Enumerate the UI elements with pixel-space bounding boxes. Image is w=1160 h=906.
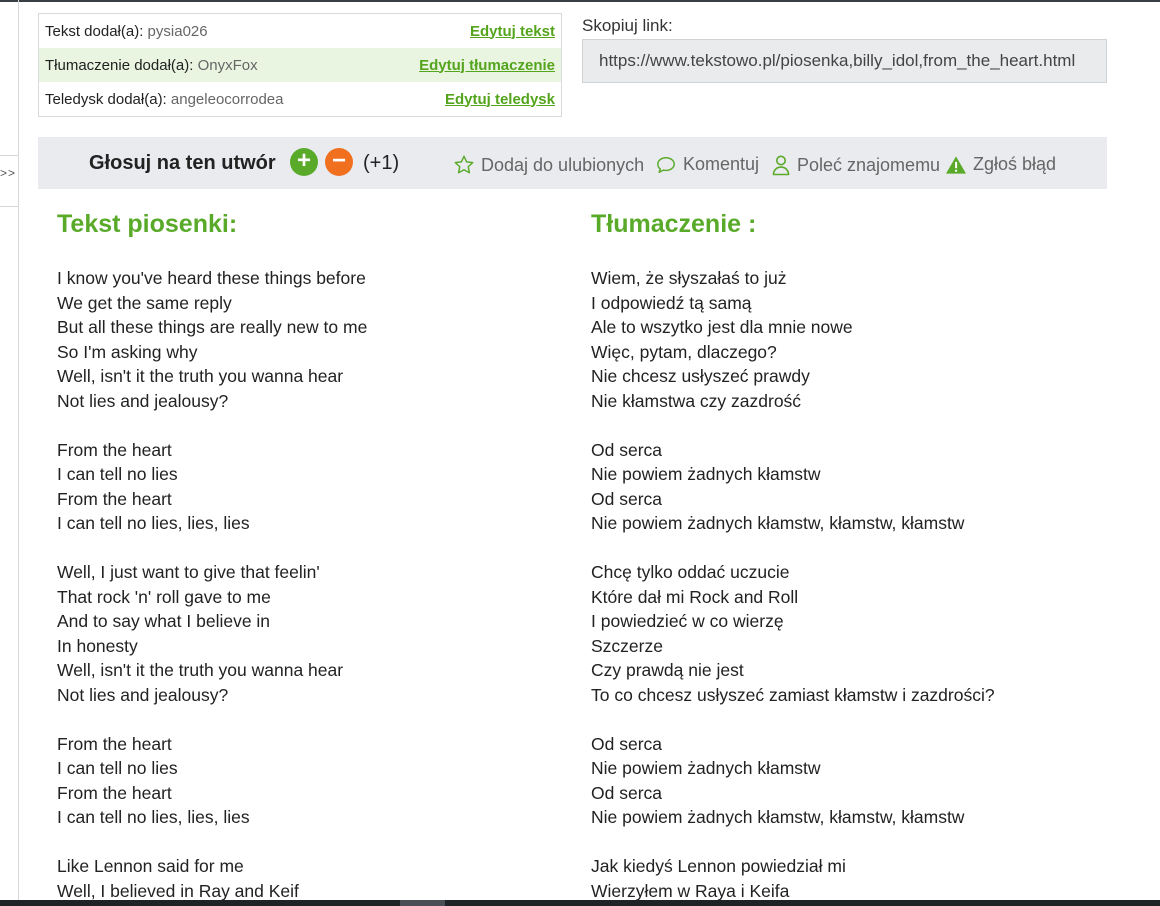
- translation-line: [591, 707, 995, 732]
- window-top-border: [0, 0, 1160, 2]
- lyrics-line: Not lies and jealousy?: [57, 684, 229, 705]
- report-error-label: Zgłoś błąd: [973, 154, 1057, 174]
- translation-line: Od serca: [591, 439, 662, 460]
- warning-icon: [946, 155, 966, 174]
- translation-line: Nie powiem żadnych kłamstw: [591, 758, 821, 778]
- edit-video-link[interactable]: Edytuj teledysk: [445, 91, 555, 108]
- translation-line: Czy prawdą nie jest: [591, 660, 744, 680]
- left-panel-divider: [18, 0, 19, 900]
- vote-up-button[interactable]: +: [290, 148, 318, 176]
- comment-label: Komentuj: [683, 154, 760, 174]
- user-icon: [772, 155, 790, 176]
- lyrics-line: That rock 'n' roll gave to me: [57, 586, 271, 607]
- lyrics-line: [57, 707, 367, 732]
- translation-line: [591, 413, 995, 438]
- translation-line: Nie chcesz usłyszeć prawdy: [591, 366, 810, 386]
- lyrics-line: Not lies and jealousy?: [57, 390, 229, 411]
- horizontal-scrollbar[interactable]: [0, 900, 1160, 906]
- credit-translation-label: Tłumaczenie dodał(a):: [45, 56, 198, 74]
- vote-down-button[interactable]: −: [325, 148, 353, 176]
- translation-line: Które dał mi Rock and Roll: [591, 586, 799, 607]
- lyrics-line: Well, isn't it the truth you wanna hear: [57, 366, 344, 386]
- credit-video-info: Teledysk dodał(a): angeleocorrodea: [45, 91, 284, 108]
- credit-row-translation: Tłumaczenie dodał(a): OnyxFox Edytuj tłu…: [39, 48, 561, 82]
- lyrics-line: Well, I just want to give that feelin': [57, 562, 320, 582]
- lyrics-line: And to say what I believe in: [57, 611, 271, 631]
- lyrics-text: I know you've heard these things before W…: [57, 266, 367, 903]
- add-favorite-button[interactable]: Dodaj do ulubionych: [453, 154, 644, 176]
- lyrics-title: Tekst piosenki:: [57, 210, 238, 238]
- edit-text-link[interactable]: Edytuj tekst: [470, 23, 555, 40]
- translation-line: I powiedzieć w co wierzę: [591, 611, 784, 631]
- lyrics-line: From the heart: [57, 488, 172, 509]
- edit-translation-link[interactable]: Edytuj tłumaczenie: [419, 57, 555, 74]
- copy-link-field[interactable]: https://www.tekstowo.pl/piosenka,billy_i…: [582, 39, 1107, 83]
- lyrics-line: I can tell no lies: [57, 758, 178, 778]
- left-panel-lower: [0, 206, 18, 901]
- translation-line: To co chcesz usłyszeć zamiast kłamstw i …: [591, 684, 995, 705]
- credit-translation-user[interactable]: OnyxFox: [198, 57, 258, 74]
- star-icon: [454, 155, 474, 174]
- credit-text-info: Tekst dodał(a): pysia026: [45, 23, 208, 40]
- lyrics-line: From the heart: [57, 733, 172, 754]
- translation-line: Od serca: [591, 782, 662, 803]
- credit-text-user[interactable]: pysia026: [148, 23, 208, 40]
- scrollbar-thumb[interactable]: [400, 900, 445, 906]
- comment-icon: [657, 156, 675, 173]
- translation-line: [591, 536, 995, 561]
- sidebar-toggle-arrows[interactable]: >>: [0, 166, 16, 180]
- lyrics-line: But all these things are really new to m…: [57, 317, 368, 337]
- lyrics-line: We get the same reply: [57, 292, 232, 313]
- credit-text-label: Tekst dodał(a):: [45, 22, 148, 40]
- lyrics-line: From the heart: [57, 782, 172, 803]
- translation-line: Ale to wszytko jest dla mnie nowe: [591, 317, 853, 337]
- lyrics-line: I can tell no lies: [57, 464, 178, 484]
- lyrics-line: Like Lennon said for me: [57, 856, 244, 876]
- lyrics-line: I know you've heard these things before: [57, 268, 366, 288]
- translation-line: I odpowiedź tą samą: [591, 292, 752, 313]
- recommend-label: Poleć znajomemu: [797, 154, 941, 175]
- translation-title: Tłumaczenie :: [591, 210, 757, 238]
- translation-line: Nie kłamstwa czy zazdrość: [591, 390, 802, 411]
- lyrics-line: I can tell no lies, lies, lies: [57, 513, 250, 533]
- translation-line: Wiem, że słyszałaś to już: [591, 268, 787, 288]
- credit-row-video: Teledysk dodał(a): angeleocorrodea Edytu…: [39, 82, 561, 116]
- credit-row-text: Tekst dodał(a): pysia026 Edytuj tekst: [39, 14, 561, 48]
- translation-text: Wiem, że słyszałaś to już I odpowiedź tą …: [591, 266, 995, 903]
- translation-line: Więc, pytam, dlaczego?: [591, 341, 777, 362]
- comment-button[interactable]: Komentuj: [655, 154, 759, 175]
- lyrics-line: [57, 536, 367, 561]
- recommend-button[interactable]: Poleć znajomemu: [771, 154, 940, 176]
- translation-line: Chcę tylko oddać uczucie: [591, 562, 790, 582]
- copy-link-label: Skopiuj link:: [582, 16, 673, 35]
- credit-video-label: Teledysk dodał(a):: [45, 90, 171, 108]
- vote-bar: Głosuj na ten utwór + − (+1) Dodaj do ul…: [38, 137, 1107, 189]
- credits-table: Tekst dodał(a): pysia026 Edytuj tekst Tł…: [38, 13, 562, 117]
- translation-line: Od serca: [591, 488, 662, 509]
- credit-video-user[interactable]: angeleocorrodea: [171, 91, 284, 108]
- add-favorite-label: Dodaj do ulubionych: [481, 154, 645, 175]
- translation-line: Szczerze: [591, 635, 663, 656]
- credit-translation-info: Tłumaczenie dodał(a): OnyxFox: [45, 57, 258, 74]
- translation-line: Nie powiem żadnych kłamstw, kłamstw, kła…: [591, 807, 965, 827]
- lyrics-line: So I'm asking why: [57, 341, 198, 362]
- vote-label: Głosuj na ten utwór: [89, 152, 276, 174]
- translation-line: Jak kiedyś Lennon powiedział mi: [591, 856, 846, 876]
- translation-line: Nie powiem żadnych kłamstw, kłamstw, kła…: [591, 513, 965, 533]
- lyrics-line: Well, isn't it the truth you wanna hear: [57, 660, 344, 680]
- translation-line: Od serca: [591, 733, 662, 754]
- vote-count: (+1): [363, 152, 400, 174]
- left-panel-upper: [0, 0, 18, 156]
- lyrics-line: From the heart: [57, 439, 172, 460]
- lyrics-line: [57, 413, 367, 438]
- report-error-button[interactable]: Zgłoś błąd: [945, 154, 1056, 175]
- translation-line: Nie powiem żadnych kłamstw: [591, 464, 821, 484]
- lyrics-line: [57, 830, 367, 855]
- translation-line: [591, 830, 995, 855]
- lyrics-line: I can tell no lies, lies, lies: [57, 807, 250, 827]
- lyrics-line: In honesty: [57, 635, 138, 656]
